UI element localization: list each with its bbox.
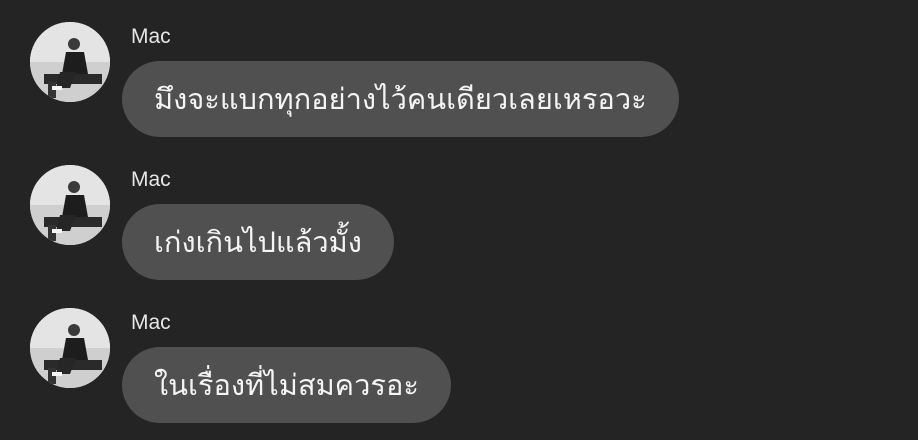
message-bubble[interactable]: เก่งเกินไปแล้วมั้ง xyxy=(122,204,394,280)
message-group: Mac ในเรื่องที่ไม่สมควรอะ xyxy=(0,286,918,426)
profile-photo-icon xyxy=(30,308,110,388)
sender-name: Mac xyxy=(131,168,171,191)
message-group: Mac มึงจะแบกทุกอย่างไว้คนเดียวเลยเหรอวะ xyxy=(0,0,918,140)
avatar[interactable] xyxy=(30,22,110,102)
avatar[interactable] xyxy=(30,165,110,245)
profile-photo-icon xyxy=(30,165,110,245)
message-group: Mac เก่งเกินไปแล้วมั้ง xyxy=(0,143,918,283)
profile-photo-icon xyxy=(30,22,110,102)
sender-name: Mac xyxy=(131,25,171,48)
avatar[interactable] xyxy=(30,308,110,388)
message-bubble[interactable]: ในเรื่องที่ไม่สมควรอะ xyxy=(122,347,451,423)
message-thread: Mac มึงจะแบกทุกอย่างไว้คนเดียวเลยเหรอวะ … xyxy=(0,0,918,440)
message-bubble[interactable]: มึงจะแบกทุกอย่างไว้คนเดียวเลยเหรอวะ xyxy=(122,61,679,137)
sender-name: Mac xyxy=(131,311,171,334)
